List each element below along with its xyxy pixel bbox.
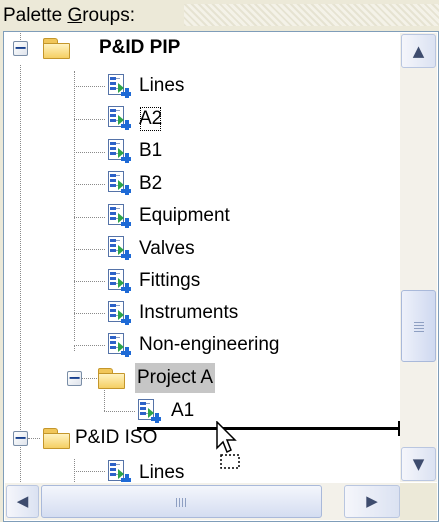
horizontal-scroll-thumb[interactable] (41, 485, 322, 518)
tool-palette-icon (107, 138, 132, 165)
tree-line (74, 217, 105, 218)
tool-palette-icon (107, 235, 132, 262)
tree-item-iso-lines[interactable]: Lines (137, 458, 186, 482)
folder-icon (97, 366, 127, 390)
label-mnemonic: G (67, 5, 83, 26)
tree-line (74, 471, 105, 472)
tool-palette-icon (107, 300, 132, 327)
tool-palette-icon (107, 459, 132, 482)
tree-line (28, 438, 40, 439)
tree-line (74, 249, 105, 250)
tree-line (74, 184, 105, 185)
tool-palette-icon (107, 170, 132, 197)
tool-palette-icon (107, 268, 132, 295)
tree-item-instruments[interactable]: Instruments (137, 298, 240, 328)
tree-line (74, 345, 105, 346)
tool-palette-icon (107, 105, 132, 132)
collapse-p-and-id-iso-icon[interactable]: − (13, 430, 28, 446)
tree-item-equipment[interactable]: Equipment (137, 201, 232, 231)
tree-line (20, 65, 21, 438)
scroll-down-button[interactable]: ▼ (401, 447, 436, 481)
scroll-right-button[interactable]: ▶ (344, 485, 400, 518)
tree-line (74, 281, 105, 282)
tree-line (74, 86, 105, 87)
tree-line (74, 313, 105, 314)
tree-item-b1[interactable]: B1 (137, 136, 164, 166)
drag-copy-cursor-icon (216, 421, 240, 469)
tool-palette-icon (107, 203, 132, 230)
palette-groups-tree[interactable]: − P&ID PIP Lines A2 B1 B2 Equipment Valv… (3, 31, 439, 522)
tree-line (104, 411, 135, 412)
horizontal-scrollbar[interactable]: ◀ ▶ (5, 483, 402, 520)
tree-item-valves[interactable]: Valves (137, 234, 197, 264)
tree-line (74, 71, 75, 341)
vertical-scroll-thumb[interactable] (401, 290, 436, 362)
tree-line (74, 152, 105, 153)
tool-palette-icon (107, 332, 132, 359)
label-suffix: roups: (82, 5, 136, 26)
scrollbar-corner (400, 483, 437, 520)
tree-item-lines[interactable]: Lines (137, 71, 186, 101)
scroll-up-button[interactable]: ▲ (401, 34, 436, 68)
palette-groups-label: Palette Groups: (3, 3, 135, 29)
tree-group-p-and-id-pip[interactable]: P&ID PIP (97, 33, 182, 63)
folder-icon (42, 426, 72, 450)
tree-item-fittings[interactable]: Fittings (137, 266, 202, 296)
tool-palette-icon (107, 73, 132, 100)
vertical-scrollbar[interactable]: ▲ ▼ (400, 33, 437, 482)
tree-item-a1[interactable]: A1 (169, 396, 196, 426)
tool-palette-icon (137, 398, 162, 425)
tree-item-project-a[interactable]: Project A (135, 363, 216, 393)
scroll-left-button[interactable]: ◀ (6, 485, 39, 518)
tree-content: − P&ID PIP Lines A2 B1 B2 Equipment Valv… (5, 33, 402, 482)
tree-item-b2[interactable]: B2 (137, 169, 164, 199)
tree-group-p-and-id-iso[interactable]: P&ID ISO (73, 423, 159, 453)
tree-item-a2[interactable]: A2 (137, 104, 164, 134)
folder-icon (42, 36, 72, 60)
tree-line (82, 378, 97, 379)
tree-item-non-engineering[interactable]: Non-engineering (137, 330, 282, 360)
tree-line (74, 119, 105, 120)
collapse-project-a-icon[interactable]: − (67, 370, 82, 386)
drop-insertion-line (137, 421, 401, 436)
tree-line (104, 387, 105, 411)
tree-line (20, 445, 21, 482)
collapse-p-and-id-pip-icon[interactable]: − (13, 40, 28, 56)
label-prefix: Palette (3, 5, 68, 26)
hatched-background (184, 4, 439, 26)
